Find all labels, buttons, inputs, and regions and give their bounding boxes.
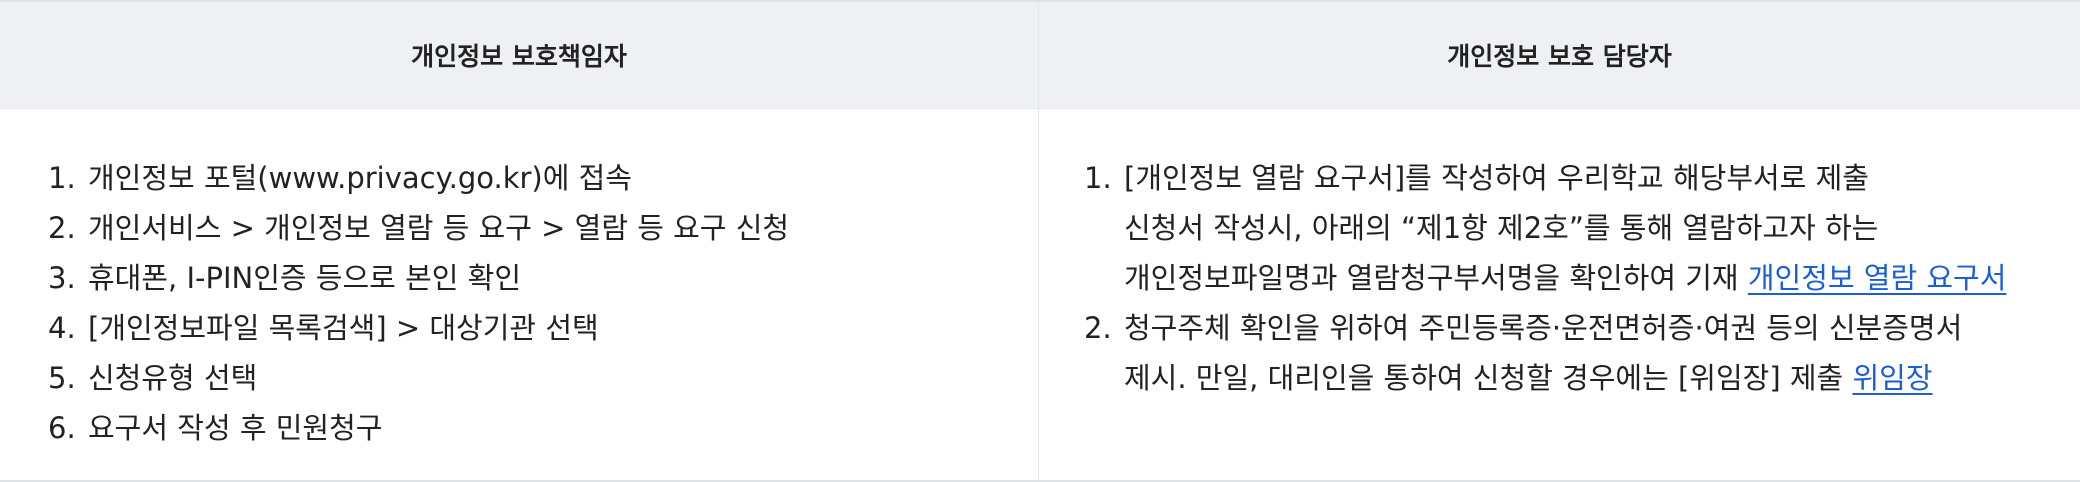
step-text-line: 청구주체 확인을 위하여 주민등록증·운전면허증·여권 등의 신분증명서 <box>1124 311 1963 345</box>
list-item: 1. 개인정보 포털(www.privacy.go.kr)에 접속 <box>48 153 1038 203</box>
officer-steps-list: 1. 개인정보 포털(www.privacy.go.kr)에 접속 2. 개인서비스… <box>48 153 1038 453</box>
step-number: 1. <box>1084 161 1112 195</box>
power-of-attorney-link[interactable]: 위임장 <box>1852 361 1932 395</box>
list-item: 5. 신청유형 선택 <box>48 353 1038 403</box>
privacy-request-table: 개인정보 보호책임자 개인정보 보호 담당자 1. 개인정보 포털(www.pri… <box>0 0 2080 482</box>
step-text: 개인서비스 > 개인정보 열람 등 요구 > 열람 등 요구 신청 <box>88 211 790 245</box>
step-text: 휴대폰, I-PIN인증 등으로 본인 확인 <box>88 261 522 295</box>
step-number: 3. <box>48 261 76 295</box>
list-item: 3. 휴대폰, I-PIN인증 등으로 본인 확인 <box>48 253 1038 303</box>
step-text: 개인정보파일명과 열람청구부서명을 확인하여 기재 <box>1124 261 1748 295</box>
header-privacy-officer: 개인정보 보호책임자 <box>0 2 1039 109</box>
list-item: 4. [개인정보파일 목록검색] > 대상기관 선택 <box>48 303 1038 353</box>
list-item: 1. [개인정보 열람 요구서]를 작성하여 우리학교 해당부서로 제출 신청서… <box>1084 153 2080 303</box>
step-text-line: 신청서 작성시, 아래의 “제1항 제2호”를 통해 열람하고자 하는 <box>1124 211 1879 245</box>
step-number: 2. <box>48 211 76 245</box>
step-text: 신청유형 선택 <box>88 361 258 395</box>
cell-privacy-officer-steps: 1. 개인정보 포털(www.privacy.go.kr)에 접속 2. 개인서비스… <box>0 109 1039 480</box>
step-text: 제시. 만일, 대리인을 통하여 신청할 경우에는 [위임장] 제출 <box>1124 361 1853 395</box>
step-number: 4. <box>48 311 76 345</box>
list-item: 6. 요구서 작성 후 민원청구 <box>48 403 1038 453</box>
step-text: 요구서 작성 후 민원청구 <box>88 411 383 445</box>
privacy-view-request-form-link[interactable]: 개인정보 열람 요구서 <box>1748 261 2007 295</box>
header-privacy-manager: 개인정보 보호 담당자 <box>1039 2 2080 109</box>
step-number: 6. <box>48 411 76 445</box>
step-number: 2. <box>1084 311 1112 345</box>
step-number: 1. <box>48 161 76 195</box>
step-text: 개인정보 포털(www.privacy.go.kr)에 접속 <box>88 161 632 195</box>
step-text: [개인정보파일 목록검색] > 대상기관 선택 <box>88 311 599 345</box>
manager-steps-list: 1. [개인정보 열람 요구서]를 작성하여 우리학교 해당부서로 제출 신청서… <box>1084 153 2080 403</box>
step-text-line-with-link: 개인정보파일명과 열람청구부서명을 확인하여 기재 개인정보 열람 요구서 <box>1124 253 2080 303</box>
step-text-line: [개인정보 열람 요구서]를 작성하여 우리학교 해당부서로 제출 <box>1124 161 1869 195</box>
step-number: 5. <box>48 361 76 395</box>
list-item: 2. 개인서비스 > 개인정보 열람 등 요구 > 열람 등 요구 신청 <box>48 203 1038 253</box>
step-text-line-with-link: 제시. 만일, 대리인을 통하여 신청할 경우에는 [위임장] 제출 위임장 <box>1124 353 2080 403</box>
cell-privacy-manager-steps: 1. [개인정보 열람 요구서]를 작성하여 우리학교 해당부서로 제출 신청서… <box>1039 109 2080 480</box>
list-item: 2. 청구주체 확인을 위하여 주민등록증·운전면허증·여권 등의 신분증명서 … <box>1084 303 2080 403</box>
